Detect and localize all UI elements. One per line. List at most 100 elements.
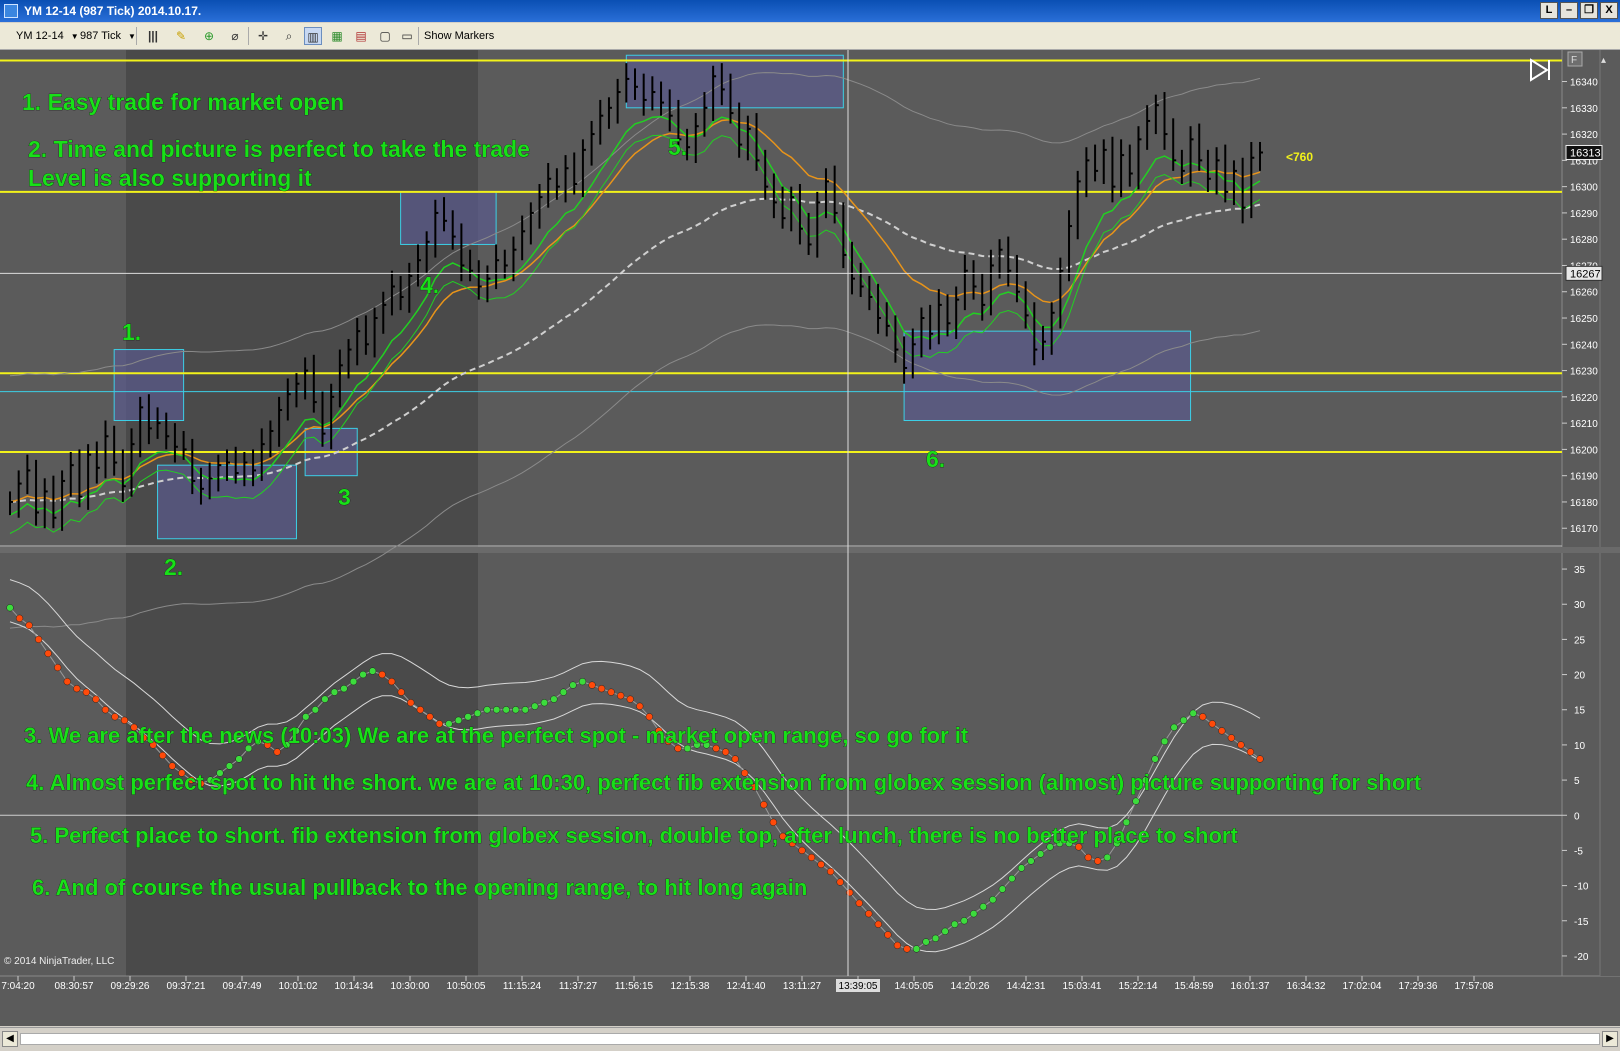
oscillator-axis-label: 30 bbox=[1574, 600, 1586, 611]
drawing-pencil-icon[interactable]: ✎ bbox=[172, 27, 190, 45]
oscillator-dot bbox=[73, 684, 81, 693]
panel-options-icon: F bbox=[1571, 55, 1577, 66]
time-axis-label: 15:48:59 bbox=[1175, 981, 1214, 992]
oscillator-dot bbox=[807, 853, 816, 862]
zoom-icon[interactable]: ⌕ bbox=[280, 27, 298, 45]
box-label-1: 1. bbox=[122, 319, 141, 345]
price-axis-label: 16190 bbox=[1570, 472, 1598, 483]
oscillator-dot bbox=[626, 695, 634, 703]
restore-button[interactable]: ❐ bbox=[1580, 2, 1598, 19]
chevron-down-icon: ▼ bbox=[70, 32, 79, 41]
oscillator-dot bbox=[168, 762, 176, 770]
oscillator-dot bbox=[1237, 741, 1245, 749]
price-axis-label: 16210 bbox=[1570, 419, 1598, 430]
trade-box bbox=[625, 54, 844, 109]
oscillator-dot bbox=[970, 910, 978, 918]
oscillator-dot bbox=[893, 941, 902, 950]
bar-style-icon[interactable]: ||| bbox=[144, 27, 162, 45]
minimize-button[interactable]: – bbox=[1560, 2, 1578, 19]
scroll-track[interactable] bbox=[20, 1033, 1600, 1045]
price-axis-label: 16240 bbox=[1570, 340, 1598, 351]
chart-area[interactable]: 1634016330163201631016300162901628016270… bbox=[0, 50, 1620, 1026]
oscillator-axis-label: 15 bbox=[1574, 706, 1586, 717]
oscillator-dot bbox=[1246, 748, 1255, 756]
oscillator-dot bbox=[15, 614, 24, 622]
properties-icon[interactable]: ▢ bbox=[376, 27, 394, 45]
remove-drawing-icon[interactable]: ⌀ bbox=[226, 27, 244, 45]
scroll-left-icon[interactable]: ◀ bbox=[2, 1031, 18, 1047]
period-selector[interactable]: 987 Tick ▼ bbox=[80, 26, 136, 46]
oscillator-dot bbox=[159, 751, 167, 760]
oscillator-dot bbox=[1160, 737, 1169, 746]
oscillator-dot bbox=[721, 748, 730, 756]
oscillator-axis-label: 35 bbox=[1574, 565, 1586, 576]
close-button[interactable]: X bbox=[1600, 2, 1618, 19]
oscillator-dot bbox=[473, 709, 482, 717]
add-indicator-icon[interactable]: ⊕ bbox=[200, 27, 218, 45]
oscillator-dot bbox=[817, 860, 825, 869]
oscillator-dot bbox=[1180, 716, 1188, 724]
scroll-right-icon[interactable]: ▶ bbox=[1602, 1031, 1618, 1047]
oscillator-dot bbox=[1208, 720, 1216, 728]
oscillator-axis-label: -5 bbox=[1574, 846, 1583, 857]
oscillator-axis-label: 0 bbox=[1574, 811, 1580, 822]
time-axis-label: 15:03:41 bbox=[1063, 981, 1102, 992]
oscillator-dot bbox=[34, 635, 43, 644]
data-box-icon[interactable]: ▭ bbox=[398, 27, 416, 45]
price-axis-label: 16290 bbox=[1570, 209, 1598, 220]
price-axis-label: 16260 bbox=[1570, 288, 1598, 299]
box-label-3: 3 bbox=[338, 484, 351, 510]
oscillator-dot bbox=[368, 667, 377, 675]
show-markers-button[interactable]: Show Markers bbox=[424, 26, 494, 46]
price-axis-label: 16180 bbox=[1570, 498, 1598, 509]
chart-toolbar: YM 12-14 ▼ 987 Tick ▼ ||| ✎ ⊕ ⌀ ✛ ⌕ ▥ ▦ … bbox=[0, 23, 1620, 50]
period-label: 987 Tick bbox=[80, 30, 121, 42]
oscillator-dot bbox=[1227, 734, 1236, 742]
horizontal-scrollbar[interactable]: ◀ ▶ bbox=[0, 1027, 1620, 1051]
price-axis-label: 16330 bbox=[1570, 104, 1598, 115]
panel-splitter[interactable] bbox=[0, 547, 1620, 553]
chart-canvas[interactable]: 1634016330163201631016300162901628016270… bbox=[0, 50, 1620, 1026]
time-axis-label: 14:20:26 bbox=[951, 981, 990, 992]
oscillator-dot bbox=[302, 713, 310, 721]
oscillator-dot bbox=[1151, 755, 1159, 763]
oscillator-dot bbox=[836, 878, 844, 886]
oscillator-dot bbox=[1170, 723, 1178, 731]
instrument-selector[interactable]: YM 12-14 ▼ bbox=[16, 26, 79, 46]
annotation-5: 5. Perfect place to short. fib extension… bbox=[30, 823, 1238, 848]
oscillator-dot bbox=[540, 699, 549, 707]
toolbar-divider bbox=[418, 27, 419, 45]
axis-scroll-up-icon[interactable]: ▴ bbox=[1601, 55, 1606, 66]
crosshair-icon[interactable]: ✛ bbox=[254, 27, 272, 45]
strategies-icon[interactable]: ▤ bbox=[352, 27, 370, 45]
time-axis-label: 09:37:21 bbox=[167, 981, 206, 992]
indicators-icon[interactable]: ▦ bbox=[328, 27, 346, 45]
annotation-6: 6. And of course the usual pullback to t… bbox=[32, 875, 807, 900]
time-axis-label: 09:29:26 bbox=[111, 981, 150, 992]
time-axis-label: 08:30:57 bbox=[55, 981, 94, 992]
link-button[interactable]: L bbox=[1540, 2, 1558, 19]
oscillator-dot bbox=[1094, 857, 1102, 865]
oscillator-dot bbox=[826, 867, 835, 876]
oscillator-axis-label: -10 bbox=[1574, 882, 1589, 893]
oscillator-dot bbox=[1218, 727, 1226, 735]
oscillator-dot bbox=[846, 888, 854, 897]
oscillator-dot bbox=[989, 896, 997, 904]
oscillator-dot bbox=[951, 920, 959, 928]
oscillator-dot bbox=[531, 702, 539, 710]
oscillator-dot bbox=[645, 713, 653, 721]
price-axis-label: 16230 bbox=[1570, 367, 1598, 378]
oscillator-dot bbox=[512, 706, 520, 714]
price-axis-label: 16300 bbox=[1570, 183, 1598, 194]
price-axis-label: 16340 bbox=[1570, 78, 1598, 89]
chart-style-icon[interactable]: ▥ bbox=[304, 27, 322, 45]
box-label-2: 2. bbox=[164, 554, 183, 580]
price-axis-label: 16250 bbox=[1570, 314, 1598, 325]
oscillator-dot bbox=[1008, 874, 1016, 883]
chevron-down-icon: ▼ bbox=[128, 32, 136, 41]
time-axis-label: 17:29:36 bbox=[1399, 981, 1438, 992]
oscillator-dot bbox=[416, 706, 424, 714]
crosshair-price-marker: 16267 bbox=[1565, 265, 1603, 281]
oscillator-axis-label: -20 bbox=[1574, 952, 1589, 963]
oscillator-dot bbox=[884, 931, 892, 939]
